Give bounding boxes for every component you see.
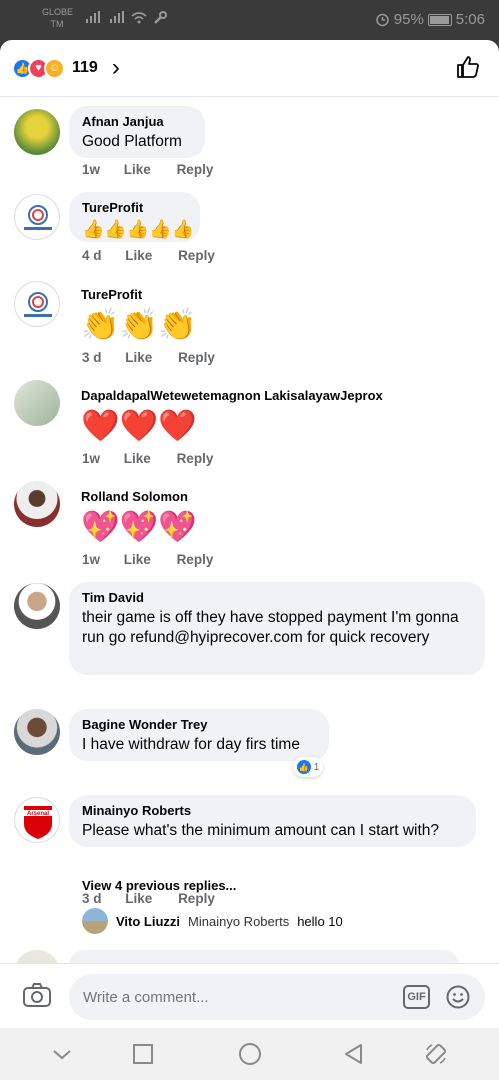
comments-sheet: 👍 ♥ ☺ 119 › Afnan Janjua Good Platform 1… [0,40,499,1028]
reply-button[interactable]: Reply [177,162,214,177]
reactions-summary[interactable]: 👍 ♥ ☺ 119 › [0,40,499,97]
care-icon: ☺ [44,57,65,79]
signal-icon [86,11,100,23]
comment-author[interactable]: Bagine Wonder Trey [82,717,316,733]
reply-author[interactable]: Vito Liuzzi [116,914,180,929]
comment-author[interactable]: Minainyo Roberts [82,803,463,819]
system-nav-bar [0,1028,499,1080]
comment-emojis: ❤️❤️❤️ [81,408,197,443]
comment-bubble[interactable]: Tim David their game is off they have st… [69,582,485,675]
arsenal-crest-icon: Arsenal [24,806,52,839]
avatar[interactable] [82,908,108,934]
reply-button[interactable]: Reply [178,891,215,906]
comment-bubble[interactable]: Minainyo Roberts Please what's the minim… [69,795,476,847]
comment-time: 1w [82,451,101,466]
wifi-icon [131,12,147,24]
avatar[interactable] [14,481,60,527]
avatar[interactable] [14,281,60,327]
comment-time: 4 d [82,248,102,263]
comment-actions: 1w Like Reply [82,451,235,466]
comment-bubble[interactable]: Afnan Janjua Good Platform [69,106,205,158]
comment-time: 1w [82,552,101,567]
comment-actions: 1w Like Reply [82,162,235,177]
like-button[interactable]: Like [124,451,151,466]
comment-author[interactable]: Afnan Janjua [82,114,192,130]
comment-author[interactable]: TureProfit [82,200,187,216]
like-button[interactable]: Like [125,248,152,263]
like-icon: 👍 [296,760,311,774]
wrench-icon [154,11,167,24]
status-bar: GLOBE TM 95% 5:06 [0,0,499,40]
comment-actions: 4 d Like Reply [82,248,237,263]
emoji-icon[interactable] [446,985,470,1009]
comment-composer: GIF [0,963,499,1028]
comment-author[interactable]: Rolland Solomon [81,489,197,505]
reply-button[interactable]: Reply [178,350,215,365]
comment-reaction-count[interactable]: 👍 1 [293,757,323,777]
comment-emojis: 👏👏👏 [81,307,197,342]
comment-text: I have withdraw for day firs time [82,736,300,753]
like-button[interactable]: Like [124,552,151,567]
carrier-label: GLOBE TM [42,7,74,29]
comment-actions: 3 d Like Reply [82,350,237,365]
alarm-icon [376,13,389,27]
comment-time: 3 d [82,350,102,365]
rotate-icon[interactable] [424,1042,448,1066]
comment-bubble[interactable]: Bagine Wonder Trey I have withdraw for d… [69,709,329,761]
chevron-down-icon[interactable] [50,1042,74,1066]
comment-time: 1w [82,162,101,177]
like-button[interactable]: Like [125,891,152,906]
comment-text: Please what's the minimum amount can I s… [82,822,440,839]
avatar[interactable]: Arsenal [14,797,60,843]
avatar[interactable] [14,109,60,155]
comment-content[interactable]: Rolland Solomon 💖💖💖 [81,489,197,547]
comment-author[interactable]: Tim David [82,590,472,606]
tureprofit-logo-icon [24,292,52,317]
reply-button[interactable]: Reply [178,248,215,263]
avatar[interactable] [14,583,60,629]
comment-actions: 1w Like Reply [82,552,235,567]
chevron-right-icon[interactable]: › [112,54,120,82]
like-button[interactable]: Like [124,162,151,177]
back-icon[interactable] [342,1042,366,1066]
reply-mention[interactable]: Minainyo Roberts [188,914,289,929]
signal-icon [110,11,124,23]
comment-emojis: 💖💖💖 [81,509,197,544]
comment-text: Good Platform [82,133,182,150]
comment-time: 3 d [82,891,102,906]
reply-preview[interactable]: Vito Liuzzi Minainyo Roberts hello 10 [82,908,343,934]
reply-button[interactable]: Reply [177,451,214,466]
like-outline-icon[interactable] [455,54,481,80]
recents-icon[interactable] [131,1042,155,1066]
battery-icon [427,13,452,26]
reply-text: hello 10 [297,913,343,929]
comment-author[interactable]: TureProfit [81,287,197,303]
like-button[interactable]: Like [125,350,152,365]
gif-button[interactable]: GIF [403,985,430,1009]
avatar[interactable] [14,380,60,426]
comment-content[interactable]: DapaldapalWetewetemagnon LakisalayawJepr… [81,388,383,446]
home-icon[interactable] [238,1042,262,1066]
comment-actions: 3 d Like Reply [82,891,237,906]
tureprofit-logo-icon [24,205,52,230]
camera-icon[interactable] [22,982,52,1008]
avatar[interactable] [14,194,60,240]
svg-text:Arsenal: Arsenal [27,811,49,817]
comment-text: their game is off they have stopped paym… [82,609,459,646]
battery-percent: 95% [393,11,424,28]
avatar[interactable] [14,709,60,755]
view-previous-replies-link[interactable]: View 4 previous replies... [82,878,236,893]
reply-button[interactable]: Reply [177,552,214,567]
comment-emojis: 👍👍👍👍👍 [82,219,195,239]
comment-bubble[interactable]: TureProfit 👍👍👍👍👍 [69,192,200,242]
reaction-count: 119 [72,59,98,76]
comment-content[interactable]: TureProfit 👏👏👏 [81,287,197,345]
clock: 5:06 [455,11,485,28]
comment-author[interactable]: DapaldapalWetewetemagnon LakisalayawJepr… [81,388,383,404]
status-right: 95% 5:06 [375,11,485,28]
